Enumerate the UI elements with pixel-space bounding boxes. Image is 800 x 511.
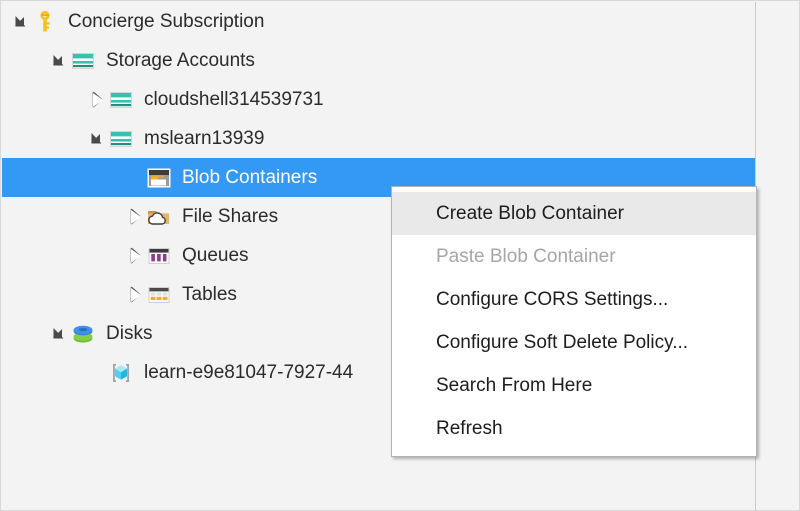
key-icon [32, 9, 58, 35]
blob-container-icon [146, 165, 172, 191]
expander-collapse-icon[interactable] [48, 41, 70, 80]
file-shares-icon [146, 204, 172, 230]
menu-item-configure-cors-settings[interactable]: Configure CORS Settings... [392, 278, 756, 321]
storage-explorer-window: Concierge Subscription Storage Accounts cl… [0, 0, 800, 511]
expander-collapse-icon[interactable] [48, 314, 70, 353]
disks-icon [70, 321, 96, 347]
tree-item-label: Concierge Subscription [68, 11, 265, 32]
tree-item-label: Storage Accounts [106, 50, 255, 71]
menu-item-refresh[interactable]: Refresh [392, 407, 756, 450]
tree-item-label: Disks [106, 323, 153, 344]
queues-icon [146, 243, 172, 269]
menu-item-search-from-here[interactable]: Search From Here [392, 364, 756, 407]
expander-collapse-icon[interactable] [10, 2, 32, 41]
expander-placeholder [86, 353, 108, 392]
tree-item-label: cloudshell314539731 [144, 89, 324, 110]
tables-icon [146, 282, 172, 308]
tree-item-mslearn13939[interactable]: mslearn13939 [2, 119, 755, 158]
disk-item-icon [108, 360, 134, 386]
menu-item-create-blob-container[interactable]: Create Blob Container [392, 192, 756, 235]
expander-expand-icon[interactable] [86, 80, 108, 119]
tree-item-cloudshell314539731[interactable]: cloudshell314539731 [2, 80, 755, 119]
menu-item-configure-soft-delete-policy[interactable]: Configure Soft Delete Policy... [392, 321, 756, 364]
expander-expand-icon[interactable] [124, 236, 146, 275]
tree-item-storage-accounts[interactable]: Storage Accounts [2, 41, 755, 80]
tree-item-label: Tables [182, 284, 237, 305]
tree-item-label: File Shares [182, 206, 279, 227]
expander-expand-icon[interactable] [124, 275, 146, 314]
tree-item-label: Blob Containers [182, 167, 318, 188]
expander-placeholder [124, 158, 146, 197]
expander-collapse-icon[interactable] [86, 119, 108, 158]
expander-expand-icon[interactable] [124, 197, 146, 236]
storage-account-icon [108, 126, 134, 152]
tree-item-label: learn-e9e81047-7927-44 [144, 362, 354, 383]
tree-item-concierge-subscription[interactable]: Concierge Subscription [2, 2, 755, 41]
storage-account-icon [108, 87, 134, 113]
tree-item-label: Queues [182, 245, 249, 266]
tree-item-label: mslearn13939 [144, 128, 265, 149]
storage-accounts-icon [70, 48, 96, 74]
menu-item-paste-blob-container: Paste Blob Container [436, 246, 616, 267]
blob-containers-context-menu[interactable]: Create Blob Container Paste Blob Containe… [391, 186, 757, 457]
